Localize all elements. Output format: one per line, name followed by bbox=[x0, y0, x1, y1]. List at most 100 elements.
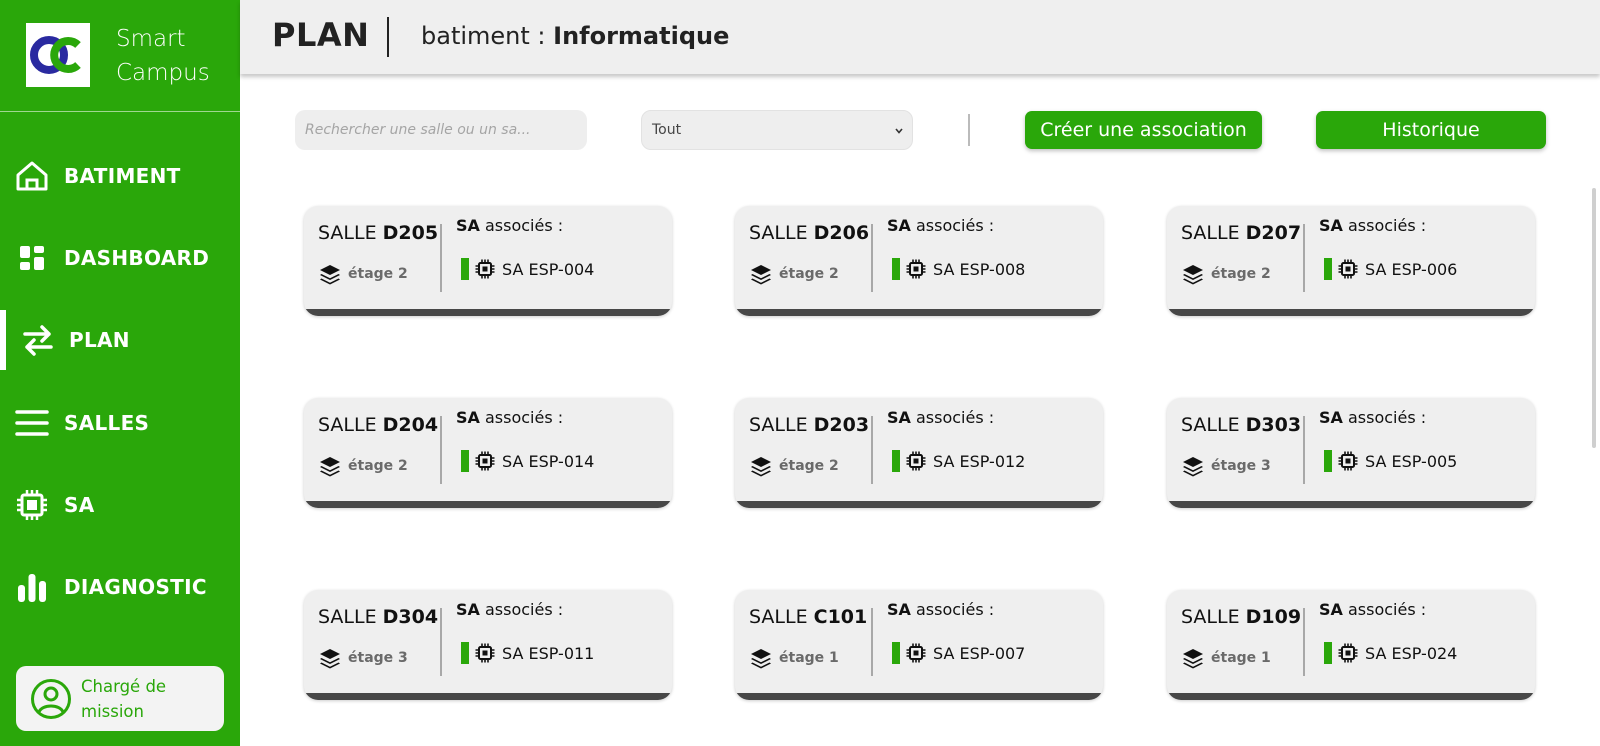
room-prefix: SALLE bbox=[318, 222, 383, 244]
room-card[interactable]: SALLE D304 étage 3 SA associés : SA ESP-… bbox=[304, 590, 672, 700]
sa-label: SA ESP-005 bbox=[1365, 451, 1458, 471]
room-code: C101 bbox=[813, 606, 868, 628]
room-card[interactable]: SALLE D206 étage 2 SA associés : SA ESP-… bbox=[735, 206, 1103, 316]
status-indicator bbox=[461, 642, 469, 664]
page-title: PLAN bbox=[272, 16, 370, 54]
chip-icon bbox=[1338, 643, 1358, 663]
card-bottom-bar bbox=[304, 309, 672, 316]
chip-icon bbox=[475, 643, 495, 663]
user-circle-icon bbox=[31, 679, 71, 719]
scrollbar[interactable] bbox=[1592, 188, 1596, 448]
card-divider bbox=[1303, 608, 1305, 676]
status-indicator bbox=[892, 258, 900, 280]
sa-item[interactable]: SA ESP-024 bbox=[1324, 642, 1457, 664]
create-association-button[interactable]: Créer une association bbox=[1025, 111, 1262, 149]
nav-item-dashboard[interactable]: DASHBOARD bbox=[0, 228, 240, 288]
sa-item[interactable]: SA ESP-008 bbox=[892, 258, 1025, 280]
assoc-bold: SA bbox=[887, 216, 911, 235]
associated-sa-heading: SA associés : bbox=[1319, 600, 1426, 619]
room-title: SALLE D109 bbox=[1181, 606, 1301, 628]
sa-item[interactable]: SA ESP-006 bbox=[1324, 258, 1457, 280]
card-divider bbox=[440, 224, 442, 292]
brand-name: Smart Campus bbox=[116, 26, 210, 86]
sa-item[interactable]: SA ESP-011 bbox=[461, 642, 594, 664]
sa-label: SA ESP-014 bbox=[502, 451, 595, 471]
assoc-bold: SA bbox=[1319, 216, 1343, 235]
associated-sa-heading: SA associés : bbox=[456, 408, 563, 427]
room-title: SALLE D207 bbox=[1181, 222, 1301, 244]
user-profile-button[interactable]: Chargé de mission bbox=[16, 666, 224, 731]
sa-label: SA ESP-004 bbox=[502, 259, 595, 279]
card-divider bbox=[871, 608, 873, 676]
card-bottom-bar bbox=[1167, 501, 1535, 508]
toolbar-divider bbox=[968, 114, 970, 146]
card-bottom-bar bbox=[735, 501, 1103, 508]
chip-icon bbox=[1338, 451, 1358, 471]
floor-label: étage 2 bbox=[1211, 266, 1271, 282]
chip-icon bbox=[475, 451, 495, 471]
search-input[interactable] bbox=[295, 110, 587, 150]
room-prefix: SALLE bbox=[1181, 606, 1246, 628]
layers-icon bbox=[1183, 457, 1203, 477]
status-indicator bbox=[1324, 642, 1332, 664]
room-card[interactable]: SALLE C101 étage 1 SA associés : SA ESP-… bbox=[735, 590, 1103, 700]
room-card[interactable]: SALLE D207 étage 2 SA associés : SA ESP-… bbox=[1167, 206, 1535, 316]
building-name: Informatique bbox=[553, 22, 730, 50]
assoc-rest: associés : bbox=[479, 216, 564, 235]
assoc-rest: associés : bbox=[1342, 408, 1427, 427]
assoc-bold: SA bbox=[887, 408, 911, 427]
nav-item-plan[interactable]: PLAN bbox=[0, 310, 240, 370]
brand: Smart Campus bbox=[0, 0, 240, 112]
room-card[interactable]: SALLE D109 étage 1 SA associés : SA ESP-… bbox=[1167, 590, 1535, 700]
room-card[interactable]: SALLE D303 étage 3 SA associés : SA ESP-… bbox=[1167, 398, 1535, 508]
assoc-bold: SA bbox=[1319, 408, 1343, 427]
nav-label-dashboard: DASHBOARD bbox=[64, 246, 210, 270]
card-divider bbox=[440, 608, 442, 676]
sa-label: SA ESP-006 bbox=[1365, 259, 1458, 279]
room-floor: étage 2 bbox=[749, 262, 839, 286]
chip-icon bbox=[906, 643, 926, 663]
nav-item-salles[interactable]: SALLES bbox=[0, 393, 240, 453]
card-divider bbox=[1303, 416, 1305, 484]
menu-lines-icon bbox=[15, 410, 49, 436]
layers-icon bbox=[320, 649, 340, 669]
chip-icon bbox=[906, 259, 926, 279]
assoc-bold: SA bbox=[456, 216, 480, 235]
card-divider bbox=[440, 416, 442, 484]
room-code: D206 bbox=[813, 222, 870, 244]
home-icon bbox=[16, 161, 48, 191]
nav-item-sa[interactable]: SA bbox=[0, 475, 240, 535]
sa-item[interactable]: SA ESP-012 bbox=[892, 450, 1025, 472]
building-label: batiment : Informatique bbox=[421, 22, 729, 50]
associated-sa-heading: SA associés : bbox=[1319, 216, 1426, 235]
nav-label-salles: SALLES bbox=[64, 411, 150, 435]
sa-item[interactable]: SA ESP-004 bbox=[461, 258, 594, 280]
filter-select[interactable]: Tout bbox=[641, 110, 913, 150]
floor-label: étage 3 bbox=[348, 650, 408, 666]
card-divider bbox=[871, 224, 873, 292]
associated-sa-heading: SA associés : bbox=[1319, 408, 1426, 427]
sa-item[interactable]: SA ESP-005 bbox=[1324, 450, 1457, 472]
history-button[interactable]: Historique bbox=[1316, 111, 1546, 149]
room-floor: étage 2 bbox=[1181, 262, 1271, 286]
nav-item-batiment[interactable]: BATIMENT bbox=[0, 146, 240, 206]
room-card[interactable]: SALLE D205 étage 2 SA associés : SA ESP-… bbox=[304, 206, 672, 316]
status-indicator bbox=[461, 258, 469, 280]
assoc-bold: SA bbox=[456, 600, 480, 619]
room-card[interactable]: SALLE D203 étage 2 SA associés : SA ESP-… bbox=[735, 398, 1103, 508]
room-floor: étage 2 bbox=[749, 454, 839, 478]
assoc-rest: associés : bbox=[479, 408, 564, 427]
sa-item[interactable]: SA ESP-014 bbox=[461, 450, 594, 472]
associated-sa-heading: SA associés : bbox=[456, 600, 563, 619]
sa-item[interactable]: SA ESP-007 bbox=[892, 642, 1025, 664]
room-title: SALLE D304 bbox=[318, 606, 438, 628]
card-bottom-bar bbox=[304, 693, 672, 700]
assoc-bold: SA bbox=[456, 408, 480, 427]
assoc-rest: associés : bbox=[910, 408, 995, 427]
room-card[interactable]: SALLE D204 étage 2 SA associés : SA ESP-… bbox=[304, 398, 672, 508]
room-floor: étage 1 bbox=[749, 646, 839, 670]
user-role: Chargé de mission bbox=[81, 677, 167, 721]
nav-item-diagnostic[interactable]: DIAGNOSTIC bbox=[0, 557, 240, 617]
room-code: D304 bbox=[382, 606, 439, 628]
room-floor: étage 3 bbox=[318, 646, 408, 670]
